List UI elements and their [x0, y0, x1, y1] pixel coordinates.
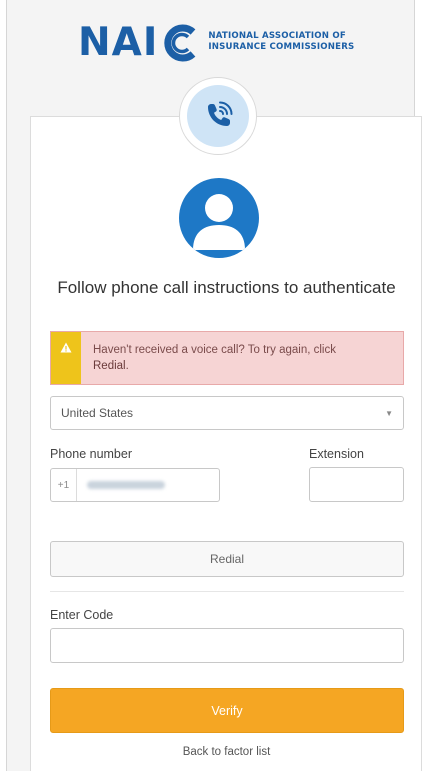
country-select[interactable]: United States ▼	[50, 396, 404, 430]
logo-wordmark: NATIONAL ASSOCIATION OF INSURANCE COMMIS…	[208, 31, 354, 53]
alert-suffix: .	[125, 360, 129, 372]
extension-label: Extension	[309, 447, 364, 461]
alert-redial-emphasis: Redial	[93, 360, 126, 372]
redial-button[interactable]: Redial	[50, 541, 404, 577]
enter-code-label: Enter Code	[50, 608, 114, 622]
logo-line-1: NATIONAL ASSOCIATION OF	[208, 31, 346, 41]
phone-number-label: Phone number	[50, 447, 133, 461]
naic-logo: NAI NATIONAL ASSOCIATION OF INSURANCE CO…	[78, 22, 354, 62]
alert-text: Haven't received a voice call? To try ag…	[93, 344, 336, 356]
logo-line-2: INSURANCE COMMISSIONERS	[208, 42, 355, 52]
redacted-phone-number	[87, 481, 165, 489]
warning-icon	[60, 342, 72, 353]
phone-number-field[interactable]: +1	[50, 468, 220, 502]
factor-beacon-inner	[187, 85, 249, 147]
extension-input[interactable]	[309, 467, 404, 502]
code-input[interactable]	[50, 628, 404, 663]
verify-button[interactable]: Verify	[50, 688, 404, 733]
logo-c-mark-icon	[164, 24, 196, 62]
user-avatar-icon	[179, 178, 259, 258]
country-code-prefix: +1	[51, 469, 77, 501]
user-silhouette-icon	[193, 194, 245, 250]
alert-message: Haven't received a voice call? To try ag…	[81, 332, 348, 384]
redial-alert: Haven't received a voice call? To try ag…	[50, 331, 404, 385]
logo-letters: NAI	[78, 19, 159, 65]
back-to-factor-list-link[interactable]: Back to factor list	[30, 746, 423, 758]
phone-number-value	[77, 469, 219, 501]
factor-beacon	[179, 77, 257, 155]
alert-flag	[51, 332, 81, 384]
divider	[50, 591, 404, 592]
phone-call-icon	[208, 101, 233, 126]
chevron-down-icon: ▼	[385, 409, 393, 418]
country-select-value: United States	[61, 406, 134, 420]
page-title: Follow phone call instructions to authen…	[57, 278, 396, 297]
